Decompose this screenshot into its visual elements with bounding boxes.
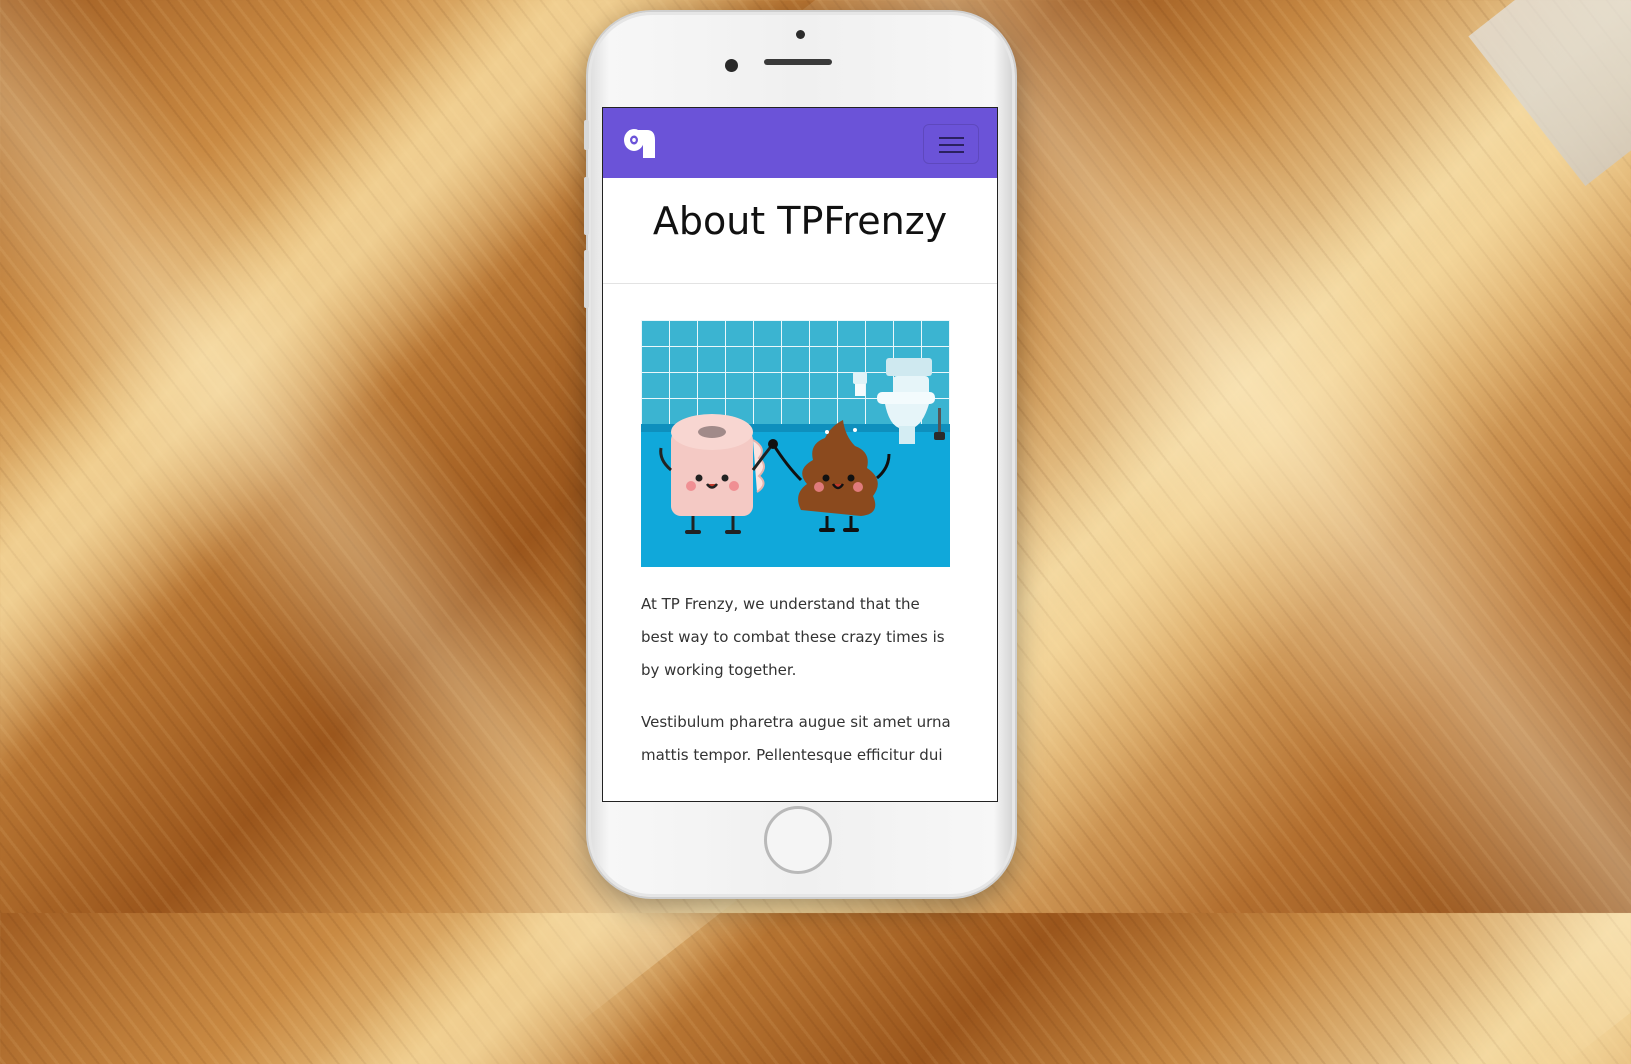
hamburger-icon-line <box>939 151 964 153</box>
phone-screen: About TPFrenzy At TP Frenzy, we understa… <box>602 107 998 802</box>
home-button[interactable] <box>764 806 832 874</box>
hamburger-menu-button[interactable] <box>923 124 979 164</box>
front-camera <box>725 59 738 72</box>
phone-mockup: About TPFrenzy At TP Frenzy, we understa… <box>584 12 1015 897</box>
page-header: About TPFrenzy <box>603 178 997 284</box>
front-sensor <box>796 30 805 39</box>
about-paragraph-1: At TP Frenzy, we understand that the bes… <box>641 595 945 679</box>
navbar <box>603 108 997 178</box>
volume-up-button <box>584 177 589 235</box>
hamburger-icon <box>939 137 964 139</box>
toilet-paper-icon[interactable] <box>621 126 657 162</box>
volume-down-button <box>584 250 589 308</box>
mute-switch <box>584 120 589 150</box>
page-title: About TPFrenzy <box>652 198 948 243</box>
toilet-paper-poop-illustration <box>641 320 950 567</box>
about-paragraph-2: Vestibulum pharetra augue sit amet urna … <box>641 713 951 764</box>
background-cloth <box>1468 0 1631 187</box>
hamburger-icon-line <box>939 144 964 146</box>
earpiece-speaker <box>764 59 832 65</box>
